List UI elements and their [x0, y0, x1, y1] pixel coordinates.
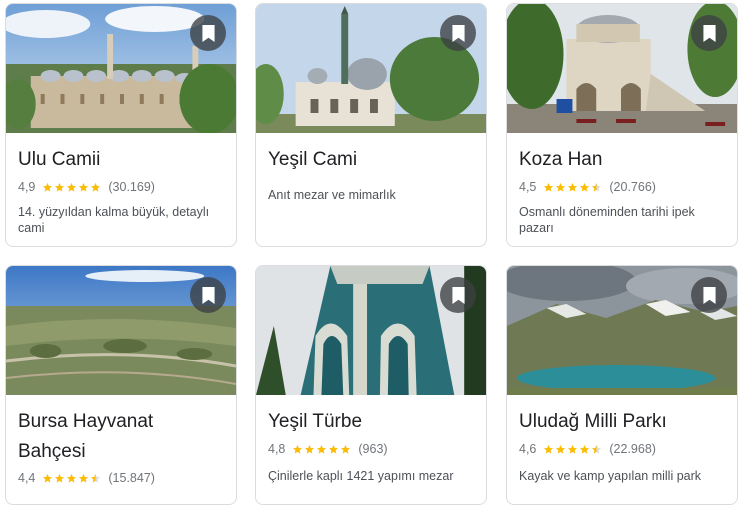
rating-row: 4,5 (20.766) — [519, 180, 656, 194]
place-title[interactable]: Yeşil Cami — [268, 145, 476, 175]
review-count[interactable]: (20.766) — [609, 180, 656, 194]
bookmark-icon — [702, 24, 716, 42]
save-button[interactable] — [440, 277, 476, 313]
star-icon — [79, 182, 89, 192]
star-icon — [580, 444, 590, 454]
place-card-yesil-turbe[interactable]: Yeşil Türbe 4,8 (963) Çinilerle kaplı 14… — [255, 265, 487, 505]
place-card-yesil-cami[interactable]: Yeşil Cami Anıt mezar ve mimarlık — [255, 3, 487, 247]
save-button[interactable] — [190, 15, 226, 51]
rating-value: 4,8 — [268, 442, 286, 456]
star-icon — [67, 182, 77, 192]
star-icon — [544, 182, 554, 192]
star-icon — [568, 182, 578, 192]
place-title[interactable]: Uludağ Milli Parkı — [519, 407, 727, 437]
place-card-ulu-camii[interactable]: Ulu Camii 4,9 (30.169) 14. yüzyıldan kal… — [5, 3, 237, 247]
place-description: Osmanlı döneminden tarihi ipek pazarı — [519, 205, 695, 235]
star-icon — [329, 444, 339, 454]
bookmark-icon — [451, 286, 465, 304]
place-description: Anıt mezar ve mimarlık — [268, 188, 396, 202]
rating-stars — [292, 444, 352, 455]
star-icon — [43, 473, 53, 483]
place-title[interactable]: Yeşil Türbe — [268, 407, 476, 437]
star-icon — [592, 182, 602, 192]
rating-value: 4,4 — [18, 471, 36, 485]
bookmark-icon — [201, 24, 215, 42]
star-icon — [556, 182, 566, 192]
save-button[interactable] — [691, 15, 727, 51]
star-icon — [91, 182, 101, 192]
place-description: Çinilerle kaplı 1421 yapımı mezar — [268, 469, 454, 483]
save-button[interactable] — [440, 15, 476, 51]
star-icon — [67, 473, 77, 483]
review-count[interactable]: (15.847) — [108, 471, 155, 485]
bookmark-icon — [451, 24, 465, 42]
star-icon — [91, 473, 101, 483]
rating-stars — [543, 182, 603, 193]
star-icon — [43, 182, 53, 192]
place-title[interactable]: Ulu Camii — [18, 145, 226, 175]
rating-stars — [42, 182, 102, 193]
rating-value: 4,9 — [18, 180, 36, 194]
star-icon — [317, 444, 327, 454]
rating-row: 4,9 (30.169) — [18, 180, 155, 194]
place-card-koza-han[interactable]: Koza Han 4,5 (20.766) Osmanlı döneminden… — [506, 3, 738, 247]
save-button[interactable] — [691, 277, 727, 313]
place-title[interactable]: Koza Han — [519, 145, 727, 175]
star-icon — [293, 444, 303, 454]
rating-row: 4,4 (15.847) — [18, 471, 155, 485]
star-icon — [79, 473, 89, 483]
star-icon — [341, 444, 351, 454]
place-title[interactable]: Bursa Hayvanat Bahçesi — [18, 407, 226, 467]
star-icon — [55, 473, 65, 483]
place-description: Kayak ve kamp yapılan milli park — [519, 469, 702, 483]
rating-row: 4,8 (963) — [268, 442, 388, 456]
review-count[interactable]: (30.169) — [108, 180, 155, 194]
star-icon — [544, 444, 554, 454]
save-button[interactable] — [190, 277, 226, 313]
star-icon — [592, 444, 602, 454]
star-icon — [55, 182, 65, 192]
rating-value: 4,5 — [519, 180, 537, 194]
rating-row: 4,6 (22.968) — [519, 442, 656, 456]
bookmark-icon — [201, 286, 215, 304]
place-card-uludag-milli-parki[interactable]: Uludağ Milli Parkı 4,6 (22.968) Kayak ve… — [506, 265, 738, 505]
star-icon — [568, 444, 578, 454]
place-description: 14. yüzyıldan kalma büyük, detaylı cami — [18, 205, 210, 235]
review-count[interactable]: (22.968) — [609, 442, 656, 456]
star-icon — [305, 444, 315, 454]
review-count[interactable]: (963) — [358, 442, 387, 456]
star-icon — [556, 444, 566, 454]
bookmark-icon — [702, 286, 716, 304]
rating-value: 4,6 — [519, 442, 537, 456]
rating-stars — [543, 444, 603, 455]
rating-stars — [42, 473, 102, 484]
star-icon — [580, 182, 590, 192]
place-card-bursa-hayvanat-bahcesi[interactable]: Bursa Hayvanat Bahçesi 4,4 (15.847) — [5, 265, 237, 505]
